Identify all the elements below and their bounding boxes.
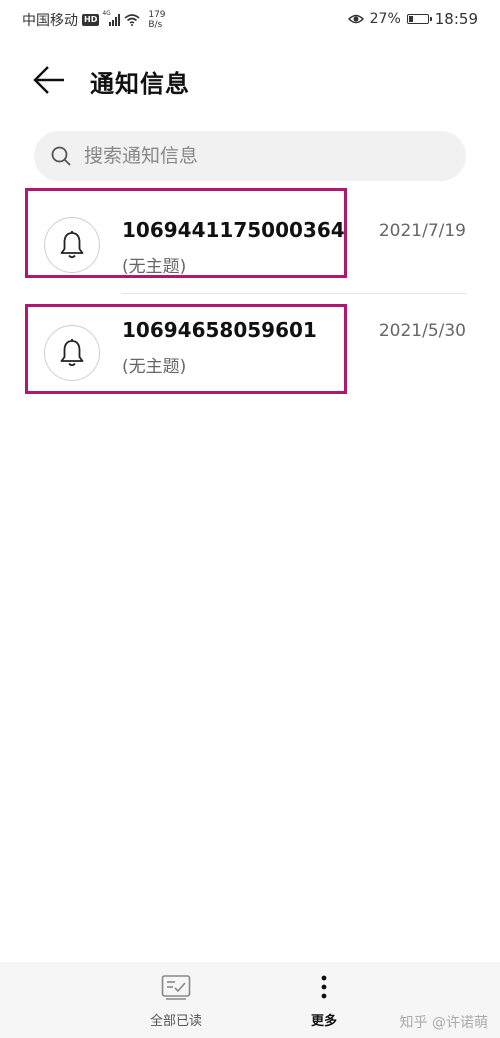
- battery-icon: [406, 14, 432, 24]
- notification-avatar: [44, 325, 100, 381]
- sender-number: 1069441175000364: [122, 218, 345, 242]
- search-bar[interactable]: [34, 131, 466, 181]
- notification-messages-screen: 中国移动 HD 4G 179 B/s 27% 18:59 通知信息 搜索通知信息…: [0, 0, 500, 1038]
- carrier-name: 中国移动: [22, 13, 78, 29]
- status-bar-right: 27% 18:59: [347, 10, 478, 28]
- hd-badge: HD: [82, 14, 100, 26]
- network-speed: 179 B/s: [148, 10, 165, 30]
- status-bar: 中国移动 HD 4G 179 B/s 27% 18:59: [0, 0, 500, 40]
- network-type: 4G: [102, 10, 111, 17]
- cellular-signal-icon: 4G: [102, 10, 121, 26]
- message-date: 2021/5/30: [378, 321, 466, 341]
- battery-fill: [408, 16, 413, 22]
- battery-percentage: 27%: [369, 11, 401, 27]
- network-speed-unit: B/s: [148, 20, 163, 30]
- message-subject: (无主题): [122, 257, 187, 277]
- mark-all-read-label: 全部已读: [149, 1014, 202, 1029]
- more-vertical-icon: [321, 975, 327, 999]
- notification-item[interactable]: 10694658059601 (无主题) 2021/5/30: [0, 294, 500, 402]
- notification-list: 1069441175000364 (无主题) 2021/7/19 1069465…: [0, 186, 500, 402]
- more-button[interactable]: 更多: [284, 974, 364, 1029]
- network-speed-value: 179: [148, 10, 166, 20]
- status-bar-left: 中国移动 HD 4G 179 B/s: [22, 10, 166, 30]
- mark-read-icon: [161, 975, 191, 1000]
- notification-avatar: [44, 217, 100, 273]
- clock: 18:59: [434, 10, 478, 28]
- bell-icon: [60, 339, 84, 367]
- search-input[interactable]: [82, 144, 446, 168]
- sender-number: 10694658059601: [122, 318, 317, 342]
- eye-comfort-icon: [347, 14, 364, 24]
- search-icon: [51, 146, 71, 166]
- page-title: 通知信息: [90, 70, 190, 98]
- back-arrow-icon[interactable]: [30, 62, 70, 98]
- message-date: 2021/7/19: [378, 221, 466, 241]
- app-header: 通知信息: [0, 50, 500, 110]
- bell-icon: [60, 231, 84, 259]
- notification-item[interactable]: 1069441175000364 (无主题) 2021/7/19: [0, 186, 500, 294]
- mark-all-read-button[interactable]: 全部已读: [136, 974, 216, 1029]
- watermark: 知乎 @许诺萌: [399, 1015, 488, 1031]
- message-subject: (无主题): [122, 357, 187, 377]
- more-label: 更多: [310, 1014, 337, 1029]
- wifi-icon: [124, 14, 140, 26]
